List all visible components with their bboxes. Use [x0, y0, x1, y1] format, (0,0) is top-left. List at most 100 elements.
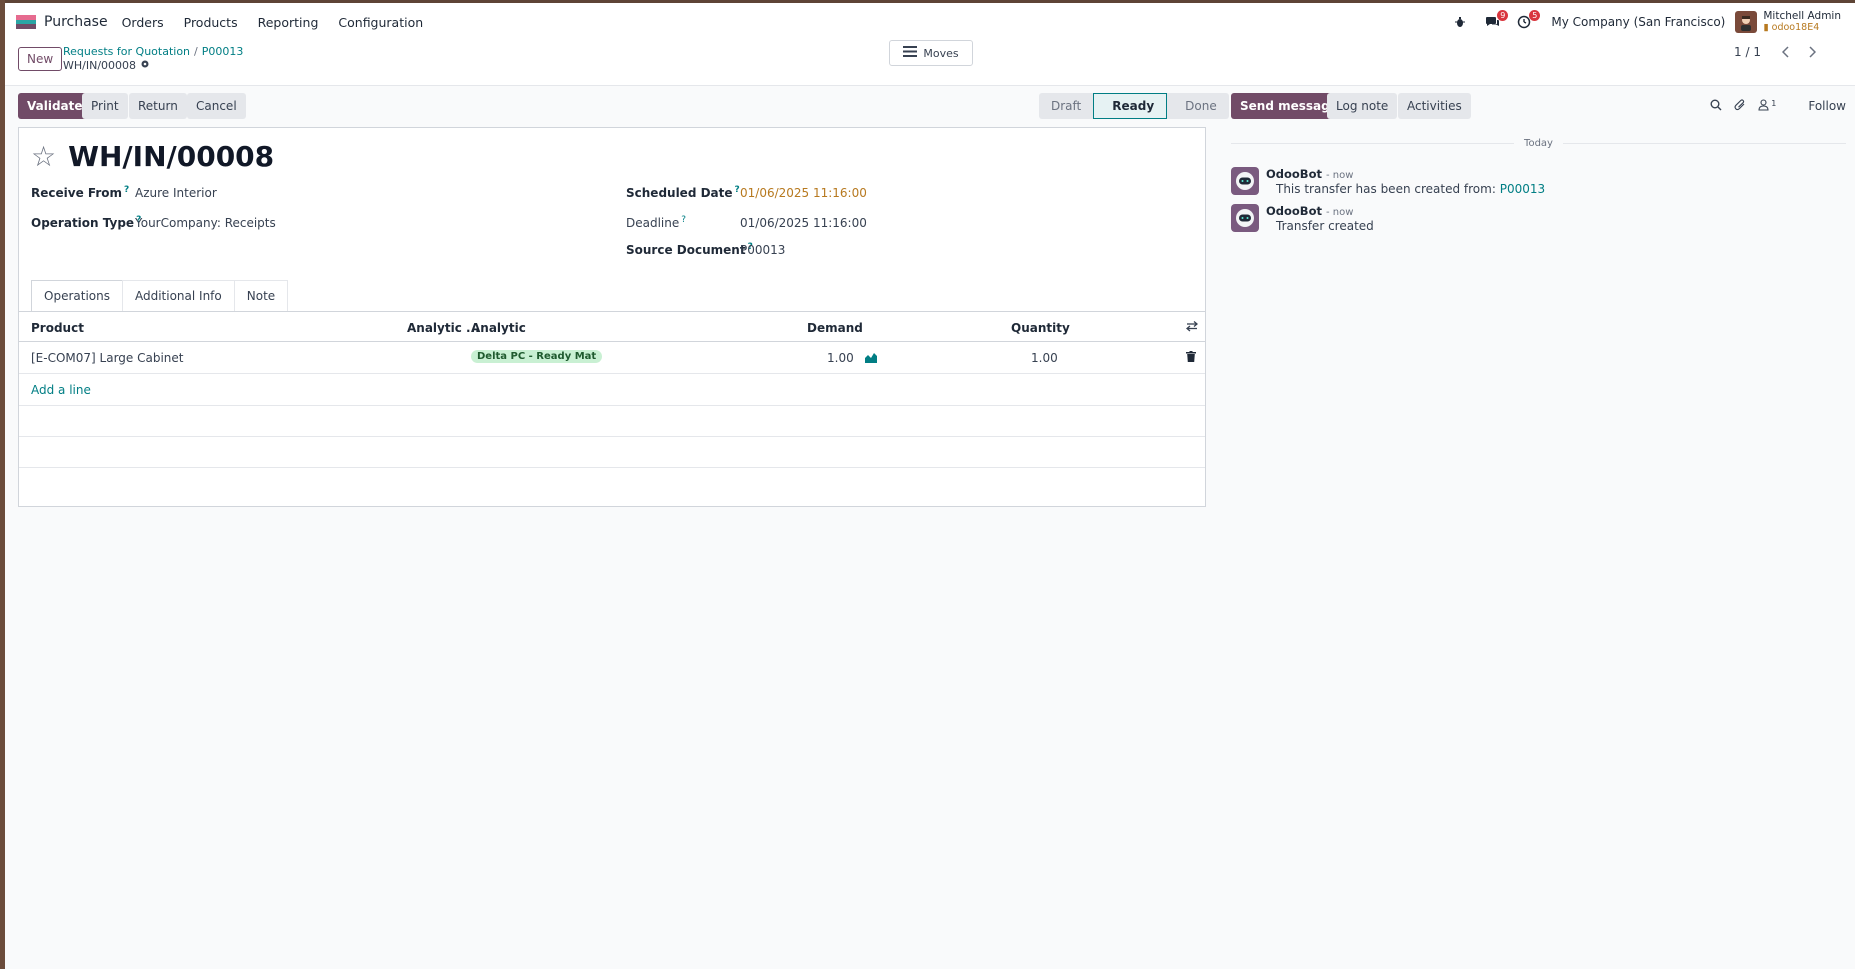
chatter-message: OdooBot - now Transfer created	[1231, 204, 1846, 238]
menu-products[interactable]: Products	[184, 15, 238, 30]
help-icon[interactable]: ?	[124, 185, 129, 195]
messages-icon[interactable]: 9	[1481, 10, 1509, 33]
window-left-border	[0, 0, 5, 969]
empty-row	[19, 406, 1205, 437]
deadline-label: Deadline?	[626, 215, 687, 230]
help-icon[interactable]: ?	[735, 185, 740, 195]
chatter-message: OdooBot - now This transfer has been cre…	[1231, 167, 1846, 201]
return-button[interactable]: Return	[129, 93, 187, 119]
receive-from-label: Receive From?	[31, 185, 130, 200]
activities-button[interactable]: Activities	[1398, 93, 1471, 119]
database-icon: ▮	[1763, 22, 1769, 33]
analytic-tag[interactable]: Delta PC - Ready Mat	[471, 350, 603, 363]
table-header: Product Analytic ... Analytic Demand Qua…	[19, 312, 1205, 342]
app-name[interactable]: Purchase	[44, 14, 108, 30]
breadcrumb-separator: /	[194, 45, 198, 58]
bug-icon[interactable]	[1449, 11, 1471, 33]
row-quantity[interactable]: 1.00	[1031, 351, 1058, 365]
table-row[interactable]: [E-COM07] Large Cabinet Delta PC - Ready…	[19, 342, 1205, 374]
messages-badge: 9	[1497, 10, 1509, 21]
odoobot-avatar[interactable]	[1231, 167, 1259, 195]
breadcrumb-po[interactable]: P00013	[202, 45, 244, 58]
new-button[interactable]: New	[18, 47, 63, 71]
help-icon[interactable]: ?	[681, 215, 686, 225]
tab-operations[interactable]: Operations	[31, 280, 123, 311]
status-steps: Draft Ready Done	[1039, 93, 1229, 119]
menu-reporting[interactable]: Reporting	[258, 15, 319, 30]
source-document-field[interactable]: P00013	[740, 243, 785, 257]
column-product[interactable]: Product	[31, 321, 84, 335]
row-demand[interactable]: 1.00	[827, 351, 854, 365]
forecast-chart-icon[interactable]	[865, 352, 878, 366]
operation-type-label: Operation Type?	[31, 215, 142, 230]
user-icon	[1758, 98, 1769, 114]
followers-button[interactable]: 1	[1758, 99, 1776, 114]
systray: 9 5 My Company (San Francisco) Mitchell …	[1439, 3, 1855, 41]
breadcrumb: Requests for Quotation / P00013	[63, 45, 243, 58]
optional-columns-icon[interactable]	[1185, 320, 1199, 335]
gear-icon[interactable]	[140, 59, 150, 72]
status-done[interactable]: Done	[1167, 93, 1229, 119]
chatter-tools: 1 Follow	[1710, 93, 1846, 119]
message-body: Transfer created	[1276, 219, 1374, 233]
message-link-po[interactable]: P00013	[1500, 182, 1545, 196]
column-quantity[interactable]: Quantity	[1011, 321, 1070, 335]
trash-icon[interactable]	[1186, 351, 1196, 365]
scheduled-date-label: Scheduled Date?	[626, 185, 740, 200]
row-product[interactable]: [E-COM07] Large Cabinet	[31, 351, 184, 365]
message-author: OdooBot - now	[1266, 204, 1354, 218]
deadline-field[interactable]: 01/06/2025 11:16:00	[740, 216, 867, 230]
activities-icon[interactable]: 5	[1513, 10, 1541, 33]
receive-from-field[interactable]: Azure Interior	[135, 186, 217, 200]
odoobot-avatar[interactable]	[1231, 204, 1259, 232]
user-menu[interactable]: Mitchell Admin ▮ odoo18E4	[1763, 10, 1841, 34]
status-ready[interactable]: Ready	[1093, 93, 1168, 119]
notebook-tabs: Operations Additional Info Note	[31, 280, 289, 311]
activities-badge: 5	[1529, 10, 1541, 21]
log-note-button[interactable]: Log note	[1327, 93, 1398, 119]
statusbar: Validate Print Return Cancel Draft Ready…	[18, 93, 1229, 121]
paperclip-icon[interactable]	[1734, 98, 1746, 114]
message-body: This transfer has been created from: P00…	[1276, 182, 1546, 196]
user-name: Mitchell Admin	[1763, 10, 1841, 22]
column-analytic[interactable]: Analytic	[471, 321, 526, 335]
tab-additional-info[interactable]: Additional Info	[121, 280, 235, 311]
database-name: ▮ odoo18E4	[1763, 22, 1820, 33]
cancel-button[interactable]: Cancel	[187, 93, 246, 119]
operations-table: Product Analytic ... Analytic Demand Qua…	[19, 312, 1205, 468]
breadcrumb-rfq[interactable]: Requests for Quotation	[63, 45, 190, 58]
message-time: - now	[1326, 207, 1354, 218]
add-line-row: Add a line	[19, 374, 1205, 406]
follow-button[interactable]: Follow	[1808, 99, 1846, 113]
pager-previous-icon[interactable]	[1775, 41, 1797, 63]
status-draft[interactable]: Draft	[1039, 93, 1094, 119]
operation-type-field[interactable]: YourCompany: Receipts	[135, 216, 276, 230]
star-icon[interactable]: ☆	[31, 142, 56, 171]
add-line-link[interactable]: Add a line	[31, 383, 91, 397]
column-analytic-distribution[interactable]: Analytic ...	[407, 321, 480, 335]
scheduled-date-field[interactable]: 01/06/2025 11:16:00	[740, 186, 867, 200]
date-separator-label: Today	[1524, 137, 1553, 149]
menu-orders[interactable]: Orders	[122, 15, 164, 30]
record-name: WH/IN/00008	[63, 59, 150, 72]
tab-note[interactable]: Note	[233, 280, 289, 311]
app-logo-icon[interactable]	[16, 15, 36, 30]
date-separator: Today	[1231, 137, 1847, 149]
followers-count: 1	[1771, 98, 1777, 108]
pager: 1 / 1	[1734, 41, 1823, 63]
moves-smart-button[interactable]: Moves	[889, 40, 973, 66]
column-demand[interactable]: Demand	[807, 321, 863, 335]
print-button[interactable]: Print	[82, 93, 128, 119]
message-author: OdooBot - now	[1266, 167, 1354, 181]
validate-button[interactable]: Validate	[18, 93, 92, 119]
menu-configuration[interactable]: Configuration	[338, 15, 423, 30]
pager-next-icon[interactable]	[1801, 41, 1823, 63]
record-title: WH/IN/00008	[68, 140, 275, 173]
top-navbar: Purchase Orders Products Reporting Confi…	[5, 3, 1855, 41]
company-switcher[interactable]: My Company (San Francisco)	[1551, 15, 1725, 29]
title-row: ☆ WH/IN/00008	[31, 140, 274, 173]
pager-value[interactable]: 1 / 1	[1734, 45, 1761, 59]
empty-row	[19, 437, 1205, 468]
user-avatar[interactable]	[1735, 11, 1758, 33]
search-icon[interactable]	[1710, 99, 1722, 114]
